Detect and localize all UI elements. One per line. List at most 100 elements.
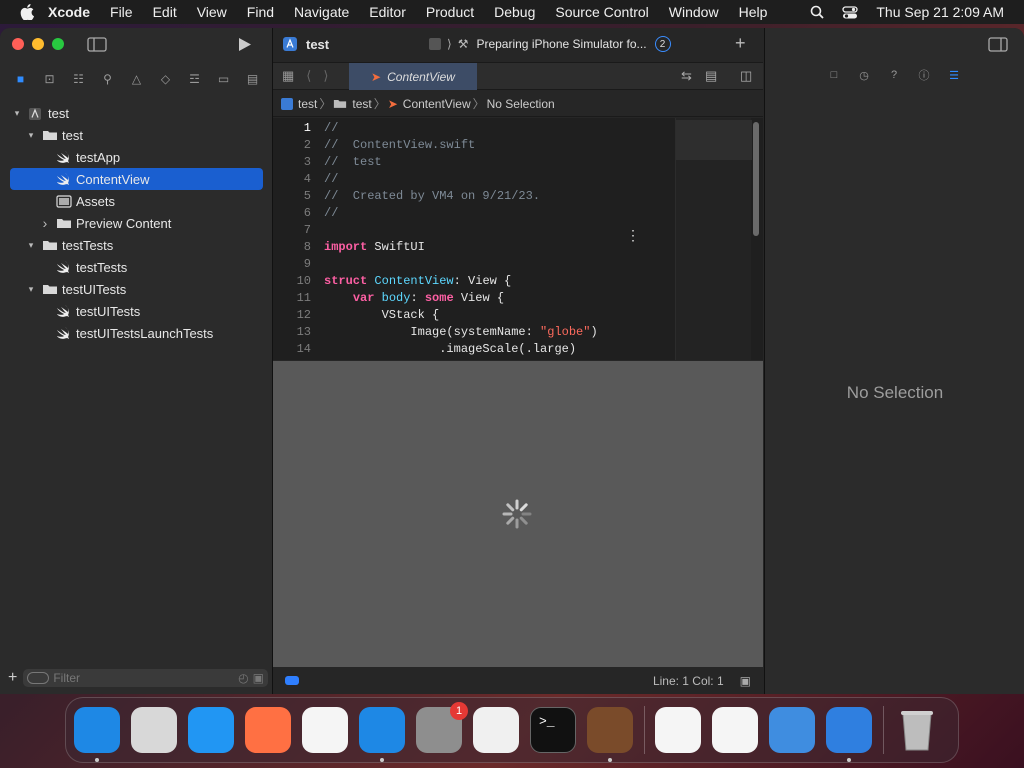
filter-field[interactable]: Filter ◴ ▣ [23,669,268,687]
menu-debug[interactable]: Debug [494,4,535,20]
chevron-down-icon[interactable]: ▾ [12,108,22,119]
menu-view[interactable]: View [197,4,227,20]
navigator-item-assets[interactable]: Assets [0,190,273,212]
navigator-item-testuitests[interactable]: ▾ testUITests [0,278,273,300]
chevron-down-icon[interactable]: ▾ [26,240,36,251]
menu-help[interactable]: Help [739,4,768,20]
navigator-item-test[interactable]: ▾ test [0,102,273,124]
source-editor[interactable]: 1 2 3 4 5 6 7 8 9 10 11 12 13 14 //// ContentView.swi… [273,118,763,360]
history-inspector-icon[interactable]: ◷ [857,68,871,82]
trash-icon[interactable] [894,707,940,753]
code-line[interactable]: // [324,120,674,137]
chrome-icon[interactable] [302,707,348,753]
code-line[interactable]: // [324,205,674,222]
navigator-item-test[interactable]: ▾ test [0,124,273,146]
search-icon[interactable] [810,5,824,19]
textedit-icon[interactable] [473,707,519,753]
code-line[interactable] [324,256,674,273]
menu-app-name[interactable]: Xcode [48,4,90,20]
code-line[interactable]: // [324,171,674,188]
weather-icon[interactable] [769,707,815,753]
chevron-down-icon[interactable]: ▾ [26,284,36,295]
code-line[interactable]: // test [324,154,674,171]
identity-inspector-icon[interactable]: ⓘ [917,68,931,82]
navigator-item-preview content[interactable]: › Preview Content [0,212,273,234]
close-window-button[interactable] [12,38,24,50]
finder-icon[interactable] [74,707,120,762]
zoom-window-button[interactable] [52,38,64,50]
launchpad-icon[interactable] [131,707,177,753]
report-navigator-icon[interactable]: ▤ [246,72,260,86]
scm-filter-icon[interactable]: ▣ [253,671,264,685]
run-button[interactable] [238,37,252,52]
code-line[interactable]: VStack { [324,307,674,324]
menu-source-control[interactable]: Source Control [555,4,648,20]
code-line[interactable]: import SwiftUI [324,239,674,256]
code-area[interactable]: // // ContentView.swift // test // // Create… [324,120,674,358]
visual-studio-icon[interactable] [712,707,758,753]
source-control-navigator-icon[interactable]: ⊡ [43,72,57,86]
apple-menu-icon[interactable] [20,4,34,20]
menu-product[interactable]: Product [426,4,474,20]
minimap[interactable] [675,118,752,360]
jump-bar-item[interactable]: test [352,97,371,111]
jump-bar-item[interactable]: test [298,97,317,111]
menu-navigate[interactable]: Navigate [294,4,349,20]
vertical-scrollbar[interactable] [753,122,759,236]
help-inspector-icon[interactable]: ? [887,68,901,82]
xcode-icon[interactable] [826,707,872,762]
menu-edit[interactable]: Edit [153,4,177,20]
refresh-icon[interactable]: ⇆ [681,68,692,84]
debug-navigator-icon[interactable]: ☲ [188,72,202,86]
activity-count-badge[interactable]: 2 [654,36,671,52]
app-store-icon[interactable] [359,707,405,762]
inspector-toggle-icon[interactable] [988,37,1008,52]
code-line[interactable]: // Created by VM4 on 9/21/23. [324,188,674,205]
folder-navigator-icon[interactable]: ■ [14,72,28,86]
navigator-item-testuitestslaunchtests[interactable]: testUITestsLaunchTests [0,322,273,344]
menu-editor[interactable]: Editor [369,4,406,20]
debug-area-toggle-icon[interactable] [285,676,299,685]
code-line[interactable] [324,222,674,239]
activity-viewer[interactable]: ⟩ ⚒ Preparing iPhone Simulator fo... 2 [429,33,679,55]
jump-bar-item[interactable]: ContentView [403,97,471,111]
navigator-item-testtests[interactable]: ▾ testTests [0,234,273,256]
editor-options-icon[interactable]: ▤ [705,68,717,84]
filter-options-icon[interactable] [27,672,50,684]
menu-window[interactable]: Window [669,4,719,20]
navigator-item-testuitests[interactable]: testUITests [0,300,273,322]
control-center-icon[interactable] [842,5,859,19]
attributes-inspector-icon[interactable]: ☰ [947,68,961,82]
find-navigator-icon[interactable]: ⚲ [101,72,115,86]
add-editor-icon[interactable]: ◫ [740,68,752,84]
add-icon[interactable]: + [8,669,17,687]
menu-file[interactable]: File [110,4,133,20]
recent-filter-icon[interactable]: ◴ [238,671,248,685]
navigator-item-contentview[interactable]: ContentView [10,168,263,190]
related-items-icon[interactable]: ▦ [282,68,294,84]
instruments-icon[interactable] [587,707,633,762]
menu-find[interactable]: Find [247,4,274,20]
back-arrow-icon[interactable]: ⟨ [306,68,311,84]
jump-bar-item[interactable]: No Selection [487,97,555,111]
code-line[interactable]: var body: some View { [324,290,674,307]
code-line[interactable]: // ContentView.swift [324,137,674,154]
forward-arrow-icon[interactable]: ⟩ [323,68,328,84]
system-settings-icon[interactable]: 1 [416,702,468,753]
tab-contentview[interactable]: ➤ ContentView [349,63,477,90]
issue-navigator-icon[interactable]: △ [130,72,144,86]
chevron-down-icon[interactable]: ▾ [26,130,36,141]
safari-icon[interactable] [188,707,234,753]
navigator-item-testtests[interactable]: testTests [0,256,273,278]
vscode-icon[interactable] [655,707,701,753]
test-navigator-icon[interactable]: ◇ [159,72,173,86]
add-tab-icon[interactable]: + [735,33,746,54]
symbol-navigator-icon[interactable]: ☷ [72,72,86,86]
terminal-icon[interactable]: >_ [530,707,576,753]
menubar-clock[interactable]: Thu Sep 21 2:09 AM [876,4,1004,20]
breakpoint-navigator-icon[interactable]: ▭ [217,72,231,86]
code-line[interactable]: struct ContentView: View { [324,273,674,290]
scheme-name[interactable]: test [306,37,329,52]
debug-panel-icon[interactable]: ▣ [740,674,751,688]
firefox-icon[interactable] [245,707,291,753]
